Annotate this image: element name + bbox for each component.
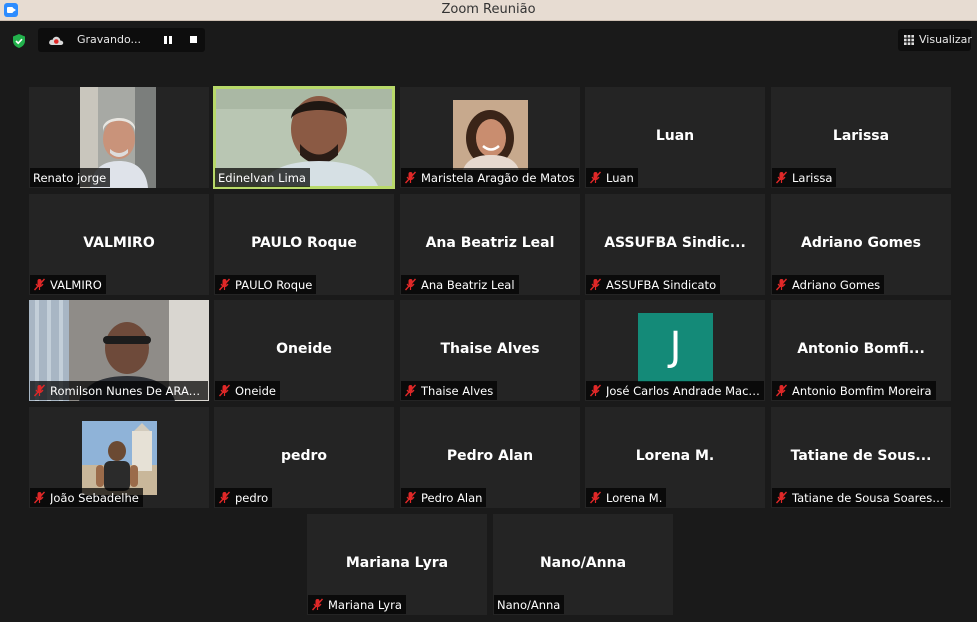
participant-tile[interactable]: Antonio Bomfi... Antonio Bomfim Moreira (771, 300, 951, 401)
participant-tile[interactable]: Renato jorge (29, 87, 209, 188)
participant-tile[interactable]: Larissa Larissa (771, 87, 951, 188)
recording-indicator: Gravando... (38, 28, 205, 52)
participant-tile[interactable]: Luan Luan (585, 87, 765, 188)
participant-name: Larissa (792, 171, 833, 185)
participant-name: PAULO Roque (235, 278, 313, 292)
participant-display-name: Luan (655, 128, 695, 144)
mic-muted-icon (775, 491, 788, 504)
mic-muted-icon (775, 278, 788, 291)
participant-name: Ana Beatriz Leal (421, 278, 515, 292)
participant-display-name: Oneide (276, 341, 332, 357)
participant-display-name: Adriano Gomes (801, 235, 921, 251)
mic-muted-icon (404, 171, 417, 184)
mic-muted-icon (218, 491, 231, 504)
window-title: Zoom Reunião (441, 2, 536, 17)
mic-muted-icon (404, 491, 417, 504)
mic-muted-icon (218, 278, 231, 291)
participant-display-name: Larissa (832, 128, 890, 144)
view-label: Visualizar (919, 33, 972, 46)
pause-recording-icon[interactable] (164, 36, 172, 44)
participant-display-name: Thaise Alves (440, 341, 540, 357)
participant-display-name: PAULO Roque (251, 235, 357, 251)
cloud-recording-icon (49, 36, 64, 45)
participant-display-name: Ana Beatriz Leal (425, 235, 555, 251)
participant-name: Antonio Bomfim Moreira (792, 384, 932, 398)
participant-tile[interactable]: Tatiane de Sous... Tatiane de Sousa Soar… (771, 407, 951, 508)
mic-muted-icon (775, 384, 788, 397)
recording-label: Gravando... (77, 33, 142, 46)
participant-tile-active-speaker[interactable]: Edinelvan Lima (213, 86, 395, 189)
participant-display-name: VALMIRO (83, 235, 155, 251)
participant-display-name: ASSUFBA Sindic... (604, 235, 746, 251)
mic-muted-icon (33, 384, 46, 397)
participant-avatar: J (638, 313, 713, 382)
participant-name: Luan (606, 171, 634, 185)
participant-tile[interactable]: Maristela Aragão de Matos (400, 87, 580, 188)
participant-name: Pedro Alan (421, 491, 483, 505)
participant-name: Mariana Lyra (328, 598, 402, 612)
participant-video (82, 421, 157, 495)
mic-muted-icon (589, 384, 602, 397)
participant-tile[interactable]: PAULO Roque PAULO Roque (214, 194, 394, 295)
participant-name: Lorena M. (606, 491, 663, 505)
participant-name: Nano/Anna (497, 598, 561, 612)
participant-tile[interactable]: Adriano Gomes Adriano Gomes (771, 194, 951, 295)
participant-display-name: Lorena M. (635, 448, 715, 464)
participant-display-name: Pedro Alan (446, 448, 534, 464)
participant-name: José Carlos Andrade Mace... (606, 384, 760, 398)
participant-tile[interactable]: pedro pedro (214, 407, 394, 508)
mic-muted-icon (33, 278, 46, 291)
participant-display-name: Antonio Bomfi... (797, 341, 925, 357)
participant-tile[interactable]: VALMIRO VALMIRO (29, 194, 209, 295)
mic-muted-icon (775, 171, 788, 184)
participant-tile[interactable]: Mariana Lyra Mariana Lyra (307, 514, 487, 615)
participant-tile[interactable]: João Sebadelhe (29, 407, 209, 508)
participant-name: Thaise Alves (421, 384, 494, 398)
participant-tile[interactable]: Romilson Nunes De ARAG... (29, 300, 209, 401)
mic-muted-icon (589, 491, 602, 504)
participant-display-name: Nano/Anna (539, 555, 627, 571)
mic-muted-icon (404, 384, 417, 397)
participant-name: Renato jorge (33, 171, 107, 185)
participant-video (453, 100, 528, 170)
participant-tile[interactable]: Ana Beatriz Leal Ana Beatriz Leal (400, 194, 580, 295)
participant-tile[interactable]: Oneide Oneide (214, 300, 394, 401)
participant-display-name: Mariana Lyra (345, 555, 449, 571)
mic-muted-icon (311, 598, 324, 611)
mic-muted-icon (589, 171, 602, 184)
stop-recording-icon[interactable] (190, 36, 197, 43)
mic-muted-icon (33, 491, 46, 504)
participant-tile[interactable]: Lorena M. Lorena M. (585, 407, 765, 508)
mic-muted-icon (589, 278, 602, 291)
participant-name: Adriano Gomes (792, 278, 881, 292)
participant-name: VALMIRO (50, 278, 102, 292)
participant-name: Tatiane de Sousa Soares B... (792, 491, 946, 505)
window-titlebar: Zoom Reunião (0, 0, 977, 21)
mic-muted-icon (404, 278, 417, 291)
security-shield-icon[interactable] (11, 33, 27, 49)
participant-tile[interactable]: Pedro Alan Pedro Alan (400, 407, 580, 508)
participant-tile[interactable]: J José Carlos Andrade Mace... (585, 300, 765, 401)
participant-name: Romilson Nunes De ARAG... (50, 384, 204, 398)
participant-name: Oneide (235, 384, 276, 398)
view-button[interactable]: Visualizar (898, 29, 972, 51)
participant-tile[interactable]: ASSUFBA Sindic... ASSUFBA Sindicato (585, 194, 765, 295)
participant-tile[interactable]: Thaise Alves Thaise Alves (400, 300, 580, 401)
participant-tile[interactable]: Nano/Anna Nano/Anna (493, 514, 673, 615)
participant-name: pedro (235, 491, 269, 505)
participant-display-name: Tatiane de Sous... (790, 448, 932, 464)
participant-name: Edinelvan Lima (218, 171, 306, 185)
mic-muted-icon (218, 384, 231, 397)
participant-display-name: pedro (280, 448, 328, 464)
participant-name: João Sebadelhe (50, 491, 139, 505)
participant-name: Maristela Aragão de Matos (421, 171, 575, 185)
grid-view-icon (904, 35, 914, 45)
participant-name: ASSUFBA Sindicato (606, 278, 717, 292)
